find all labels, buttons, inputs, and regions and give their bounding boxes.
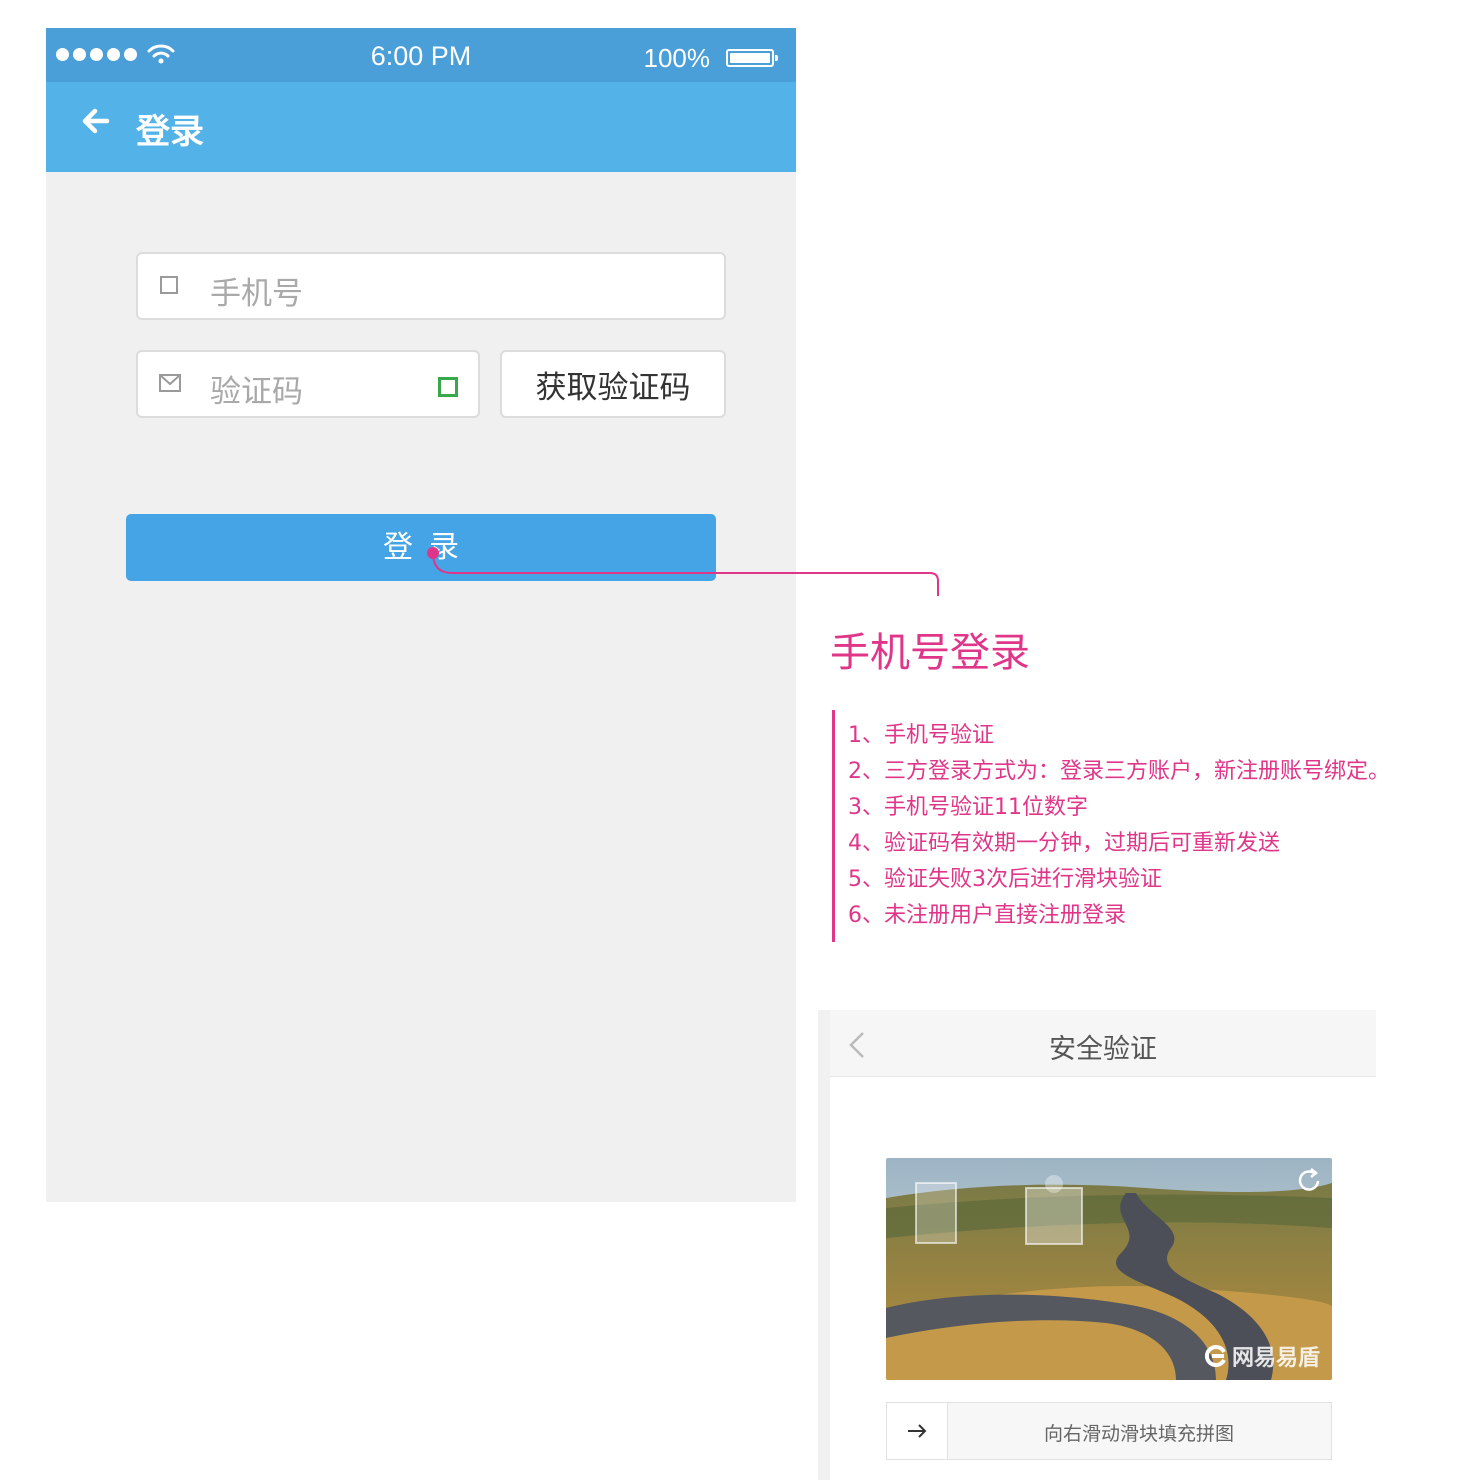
annotation-item: 3、手机号验证11位数字 (848, 795, 1088, 820)
annotation-item: 5、验证失败3次后进行滑块验证 (848, 867, 1162, 892)
annotation-bar (832, 710, 835, 942)
watermark-text: 网易易盾 (1231, 1346, 1320, 1371)
captcha-slider[interactable]: 向右滑动滑块填充拼图 (886, 1402, 1332, 1460)
captcha-header: 安全验证 (830, 1010, 1376, 1077)
puzzle-image: 网易易盾 (886, 1158, 1332, 1380)
annotation-list: 1、手机号验证 2、三方登录方式为：登录三方账户，新注册账号绑定。 3、手机号验… (848, 718, 1390, 934)
annotation-title: 手机号登录 (830, 630, 1030, 676)
slider-hint: 向右滑动滑块填充拼图 (1043, 1423, 1234, 1445)
annotation-item: 2、三方登录方式为：登录三方账户，新注册账号绑定。 (848, 759, 1390, 784)
slider-handle[interactable] (887, 1403, 948, 1459)
arrow-right-icon (908, 1424, 927, 1438)
captcha-screenshot: 安全验证 网易易盾 向右滑动滑块填充拼图 (818, 1010, 1376, 1480)
captcha-watermark: 网易易盾 (1204, 1340, 1320, 1372)
annotation-item: 1、手机号验证 (848, 723, 994, 748)
refresh-icon[interactable] (1294, 1166, 1324, 1196)
annotation-item: 6、未注册用户直接注册登录 (848, 903, 1126, 928)
annotation-item: 4、验证码有效期一分钟，过期后可重新发送 (848, 831, 1280, 856)
captcha-title: 安全验证 (1049, 1034, 1157, 1065)
netease-logo-icon (1204, 1345, 1226, 1367)
